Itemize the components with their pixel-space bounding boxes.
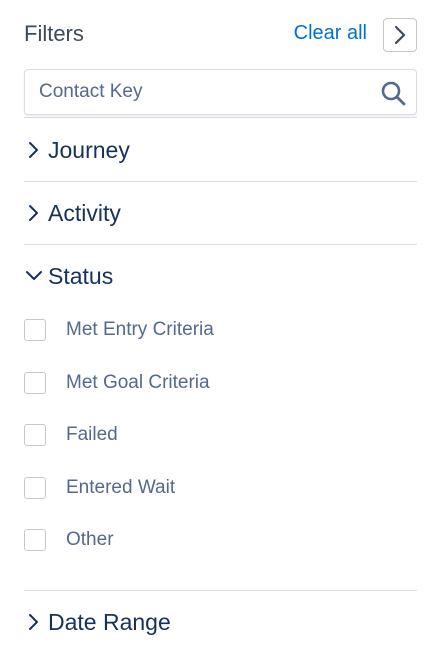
clear-all-link[interactable]: Clear all — [294, 22, 367, 45]
option-label: Met Goal Criteria — [66, 372, 210, 393]
section-journey[interactable]: Journey — [24, 130, 417, 170]
checkbox[interactable] — [24, 424, 46, 446]
section-label: Status — [48, 262, 114, 289]
section-label: Journey — [48, 136, 130, 163]
checkbox[interactable] — [24, 372, 46, 394]
chevron-right-icon — [29, 142, 38, 158]
option-label: Met Entry Criteria — [66, 319, 214, 340]
option-label: Entered Wait — [66, 477, 176, 498]
divider — [24, 181, 417, 182]
filters-panel: Filters Clear all Journey Ac — [24, 0, 417, 655]
option-label: Failed — [66, 424, 118, 445]
section-date-range-header[interactable]: Date Range — [24, 602, 417, 642]
option-label: Other — [66, 529, 114, 550]
checkbox[interactable] — [24, 477, 46, 499]
section-activity-header[interactable]: Activity — [24, 193, 417, 233]
status-option-met-entry-criteria[interactable]: Met Entry Criteria — [24, 315, 417, 345]
filters-header: Filters Clear all — [24, 14, 417, 54]
status-option-entered-wait[interactable]: Entered Wait — [24, 473, 417, 503]
section-status: Status Met Entry Criteria Met Goal Crite… — [24, 256, 417, 566]
section-activity[interactable]: Activity — [24, 193, 417, 233]
section-label: Date Range — [48, 608, 171, 635]
chevron-right-icon — [29, 614, 38, 630]
section-journey-header[interactable]: Journey — [24, 130, 417, 170]
search-input[interactable] — [39, 70, 369, 114]
chevron-right-icon — [394, 25, 406, 45]
section-label: Activity — [48, 199, 121, 226]
section-status-header[interactable]: Status — [24, 256, 417, 296]
chevron-down-icon — [26, 271, 42, 280]
status-option-other[interactable]: Other — [24, 525, 417, 555]
contact-key-search — [24, 69, 417, 115]
search-icon[interactable] — [380, 80, 406, 106]
divider — [24, 590, 417, 591]
checkbox[interactable] — [24, 529, 46, 551]
status-option-met-goal-criteria[interactable]: Met Goal Criteria — [24, 368, 417, 398]
section-date-range[interactable]: Date Range — [24, 602, 417, 642]
chevron-right-icon — [29, 205, 38, 221]
collapse-panel-button[interactable] — [383, 18, 417, 52]
divider — [24, 244, 417, 245]
status-option-failed[interactable]: Failed — [24, 420, 417, 450]
divider — [24, 117, 417, 118]
checkbox[interactable] — [24, 319, 46, 341]
filters-title: Filters — [24, 21, 84, 46]
